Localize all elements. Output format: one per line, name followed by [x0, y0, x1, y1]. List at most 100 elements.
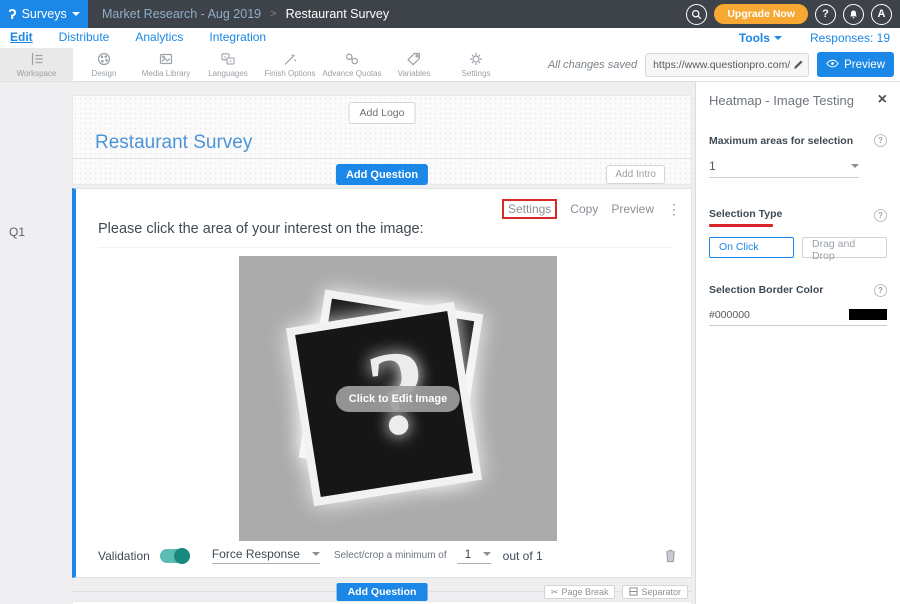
toolbar-item-label: Workspace	[17, 69, 57, 78]
account-avatar[interactable]: A	[871, 4, 892, 25]
panel-title: Heatmap - Image Testing	[709, 93, 854, 108]
tools-label: Tools	[739, 31, 770, 45]
selection-type-on-click-button[interactable]: On Click	[709, 237, 794, 258]
upgrade-now-button[interactable]: Upgrade Now	[714, 4, 808, 24]
breadcrumb-current: Restaurant Survey	[286, 7, 390, 21]
toolbar-item-label: Variables	[398, 69, 431, 78]
validation-rule-dropdown[interactable]: Force Response	[212, 547, 320, 564]
tools-menu[interactable]: Tools	[739, 31, 782, 45]
nav-tabs: Edit Distribute Analytics Integration	[0, 30, 266, 46]
toolbar-item-languages[interactable]: xA Languages	[197, 48, 259, 81]
notifications-bell-icon[interactable]	[843, 4, 864, 25]
surveys-menu[interactable]: ʔ Surveys	[0, 0, 88, 28]
toolbar-item-label: Advance Quotas	[322, 69, 381, 78]
toolbar-item-settings[interactable]: Settings	[445, 48, 507, 81]
question-text[interactable]: Please click the area of your interest o…	[98, 221, 424, 237]
edit-url-pencil-icon[interactable]	[792, 59, 804, 71]
toolbar-item-workspace[interactable]: Workspace	[0, 48, 73, 81]
separator-button[interactable]: Separator	[622, 585, 688, 599]
preview-label: Preview	[844, 59, 885, 71]
validation-rule-value: Force Response	[212, 547, 300, 561]
toolbar-item-advance-quotas[interactable]: Advance Quotas	[321, 48, 383, 81]
close-icon[interactable]: ×	[878, 92, 887, 108]
breadcrumb: Market Research - Aug 2019 > Restaurant …	[102, 7, 389, 21]
translate-icon: xA	[220, 51, 236, 67]
validation-row: Validation Force Response Select/crop a …	[98, 547, 677, 564]
add-logo-button[interactable]: Add Logo	[349, 102, 416, 124]
add-question-button-top[interactable]: Add Question	[336, 164, 428, 185]
max-areas-label: Maximum areas for selection	[709, 135, 853, 147]
add-intro-button[interactable]: Add Intro	[606, 165, 665, 184]
top-header: ʔ Surveys Market Research - Aug 2019 > R…	[0, 0, 900, 28]
question-text-underline	[98, 247, 672, 248]
responses-count[interactable]: Responses: 19	[810, 31, 890, 45]
editor-toolbar: Workspace Design Media Library xA Langua…	[0, 48, 900, 82]
min-selection-dropdown[interactable]: 1	[457, 547, 491, 564]
survey-url-field[interactable]: https://www.questionpro.com/t/APNrFZ	[645, 53, 809, 77]
chevron-down-icon	[851, 164, 859, 168]
tab-integration[interactable]: Integration	[209, 30, 266, 46]
preview-button[interactable]: Preview	[817, 52, 894, 77]
validation-toggle[interactable]	[160, 549, 190, 563]
breadcrumb-parent[interactable]: Market Research - Aug 2019	[102, 7, 261, 21]
palette-icon	[96, 51, 112, 67]
border-color-field[interactable]: #000000	[709, 309, 887, 326]
max-areas-select[interactable]: 1	[709, 159, 859, 178]
chevron-down-icon	[483, 552, 491, 556]
tab-analytics[interactable]: Analytics	[135, 30, 183, 46]
border-color-swatch[interactable]	[849, 309, 887, 320]
scissors-icon: ✂	[551, 587, 559, 598]
survey-header-panel: Add Logo Restaurant Survey Add Question …	[72, 95, 692, 185]
header-actions: Upgrade Now ? A	[686, 4, 900, 25]
question-panel: Settings Copy Preview ⋮ Please click the…	[72, 188, 692, 578]
chevron-down-icon	[774, 36, 782, 40]
links-icon	[344, 51, 360, 67]
section-nav: Edit Distribute Analytics Integration To…	[0, 28, 900, 48]
separator-icon	[629, 587, 638, 598]
validation-label: Validation	[98, 549, 150, 563]
chevron-down-icon	[72, 12, 80, 16]
help-icon[interactable]: ?	[874, 134, 887, 147]
toolbar-item-finish-options[interactable]: Finish Options	[259, 48, 321, 81]
selection-type-label: Selection Type	[709, 208, 782, 220]
question-settings-button[interactable]: Settings	[502, 199, 557, 219]
delete-question-trash-icon[interactable]	[664, 548, 677, 563]
separator-label: Separator	[641, 587, 681, 597]
question-copy-button[interactable]: Copy	[570, 202, 598, 216]
survey-title[interactable]: Restaurant Survey	[95, 132, 252, 154]
click-to-edit-image-button[interactable]: Click to Edit Image	[336, 386, 460, 412]
breadcrumb-separator: >	[270, 8, 276, 20]
toolbar-item-label: Finish Options	[264, 69, 315, 78]
app-window: ʔ Surveys Market Research - Aug 2019 > R…	[0, 0, 900, 604]
min-selection-value: 1	[465, 547, 472, 561]
selection-type-drag-drop-button[interactable]: Drag and Drop	[802, 237, 887, 258]
page-break-button[interactable]: ✂ Page Break	[544, 585, 616, 599]
question-preview-button[interactable]: Preview	[611, 202, 654, 216]
chevron-down-icon	[312, 552, 320, 556]
tab-distribute[interactable]: Distribute	[59, 30, 110, 46]
toolbar-item-media-library[interactable]: Media Library	[135, 48, 197, 81]
gear-icon	[468, 51, 484, 67]
max-areas-value: 1	[709, 159, 716, 173]
border-color-label: Selection Border Color	[709, 284, 823, 296]
toolbar-item-design[interactable]: Design	[73, 48, 135, 81]
help-icon[interactable]: ?	[874, 284, 887, 297]
toolbar-item-label: Media Library	[142, 69, 190, 78]
help-icon[interactable]: ?	[815, 4, 836, 25]
search-icon[interactable]	[686, 4, 707, 25]
help-icon[interactable]: ?	[874, 209, 887, 222]
add-question-strip: Add Question ✂ Page Break Separator	[72, 583, 692, 601]
toolbar-item-label: Settings	[462, 69, 491, 78]
svg-text:A: A	[229, 59, 232, 64]
question-code: Q1	[9, 225, 25, 239]
tab-edit[interactable]: Edit	[10, 30, 33, 46]
question-more-menu-icon[interactable]: ⋮	[667, 202, 681, 216]
min-selection-suffix: out of 1	[503, 549, 543, 563]
question-settings-panel: Heatmap - Image Testing × Maximum areas …	[695, 82, 900, 604]
add-question-button-bottom[interactable]: Add Question	[337, 583, 428, 601]
border-color-value[interactable]: #000000	[709, 309, 750, 321]
toolbar-item-variables[interactable]: Variables	[383, 48, 445, 81]
survey-url[interactable]: https://www.questionpro.com/t/APNrFZ	[653, 59, 790, 71]
annotation-red-underline	[709, 224, 773, 227]
heatmap-image-placeholder[interactable]: ? Click to Edit Image	[239, 256, 557, 541]
